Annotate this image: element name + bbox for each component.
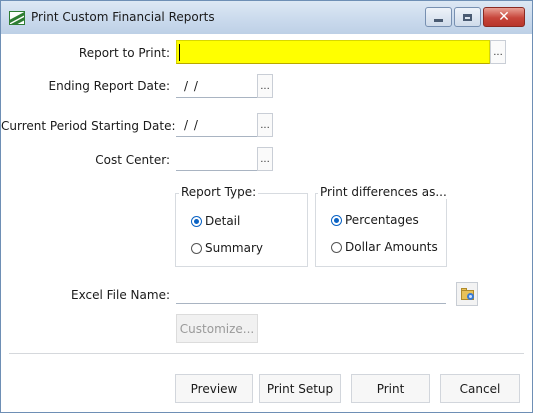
- radio-detail-label: Detail: [205, 214, 241, 228]
- print-differences-group: [315, 193, 447, 267]
- ending-report-date-label: Ending Report Date:: [48, 79, 171, 93]
- current-period-start-value: / /: [184, 118, 199, 132]
- ending-report-date-input[interactable]: / /: [176, 74, 257, 98]
- radio-detail[interactable]: Detail: [191, 214, 240, 228]
- minimize-button[interactable]: [425, 7, 452, 27]
- print-button[interactable]: Print: [351, 374, 430, 403]
- maximize-button[interactable]: [454, 7, 481, 27]
- magnifier-icon: [467, 293, 474, 300]
- cost-center-label: Cost Center:: [95, 153, 170, 167]
- dialog-window: Print Custom Financial Reports ✕ Report …: [0, 0, 533, 413]
- report-to-print-input[interactable]: [176, 40, 490, 64]
- radio-dollar-amounts-indicator: [331, 241, 342, 253]
- report-type-title: Report Type:: [179, 185, 259, 199]
- print-differences-title: Print differences as...: [318, 185, 449, 199]
- ending-report-date-picker-button[interactable]: ...: [257, 74, 273, 98]
- radio-dollar-amounts[interactable]: Dollar Amounts: [331, 240, 438, 254]
- radio-summary-label: Summary: [205, 241, 263, 255]
- radio-summary-indicator: [191, 242, 202, 254]
- current-period-start-label: Current Period Starting Date:: [1, 119, 176, 133]
- radio-percentages[interactable]: Percentages: [331, 213, 419, 227]
- excel-file-browse-button[interactable]: [456, 282, 478, 306]
- radio-percentages-indicator: [331, 214, 342, 226]
- excel-file-name-label: Excel File Name:: [71, 288, 170, 302]
- window-title: Print Custom Financial Reports: [31, 10, 215, 24]
- title-bar[interactable]: Print Custom Financial Reports ✕: [1, 1, 532, 34]
- minimize-icon: [434, 18, 443, 22]
- cost-center-input[interactable]: [176, 147, 257, 171]
- close-button[interactable]: ✕: [483, 7, 525, 27]
- app-logo-icon: [9, 11, 25, 25]
- text-cursor: [179, 44, 180, 61]
- customize-button[interactable]: Customize...: [176, 314, 258, 343]
- current-period-start-picker-button[interactable]: ...: [257, 113, 273, 137]
- excel-file-name-input[interactable]: [176, 280, 446, 304]
- radio-detail-indicator: [191, 215, 202, 227]
- cost-center-browse-button[interactable]: ...: [257, 147, 273, 171]
- close-icon: ✕: [498, 9, 510, 25]
- current-period-start-input[interactable]: / /: [176, 113, 257, 137]
- report-to-print-browse-button[interactable]: ...: [490, 40, 506, 64]
- ending-report-date-value: / /: [184, 79, 199, 93]
- print-setup-button[interactable]: Print Setup: [259, 374, 341, 403]
- maximize-icon: [463, 13, 472, 21]
- report-type-group: [175, 193, 308, 267]
- report-to-print-label: Report to Print:: [78, 46, 170, 60]
- radio-percentages-label: Percentages: [345, 213, 419, 227]
- footer-divider: [9, 353, 524, 354]
- radio-summary[interactable]: Summary: [191, 241, 263, 255]
- preview-button[interactable]: Preview: [175, 374, 253, 403]
- radio-dollar-amounts-label: Dollar Amounts: [345, 240, 438, 254]
- cancel-button[interactable]: Cancel: [440, 374, 520, 403]
